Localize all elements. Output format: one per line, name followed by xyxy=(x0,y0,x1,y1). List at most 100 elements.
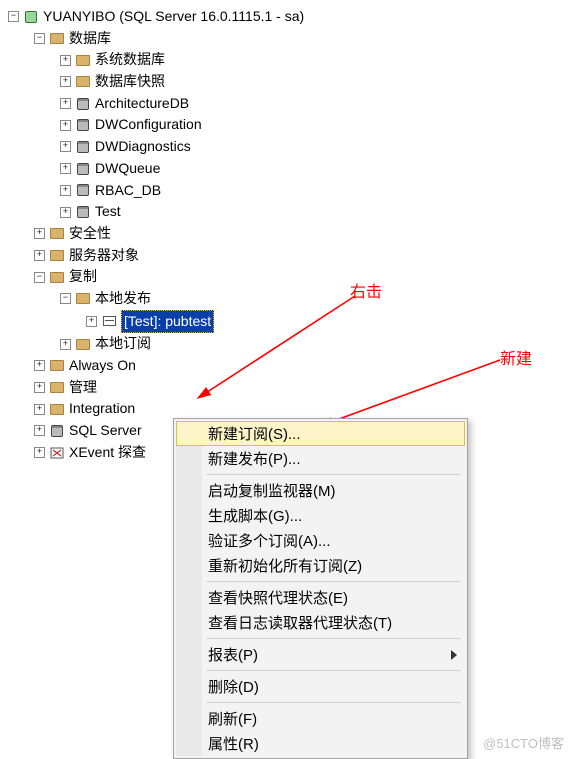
expand-icon[interactable]: + xyxy=(60,76,71,87)
collapse-icon[interactable]: − xyxy=(34,33,45,44)
snapshot-node[interactable]: + 数据库快照 xyxy=(4,71,566,93)
sql-server-label: SQL Server xyxy=(69,420,142,442)
menu-label: 启动复制监视器(M) xyxy=(208,483,336,500)
expand-icon[interactable]: + xyxy=(60,207,71,218)
folder-icon xyxy=(75,337,91,351)
db-node[interactable]: + DWDiagnostics xyxy=(4,136,566,158)
db-label: DWDiagnostics xyxy=(95,136,191,158)
menu-properties[interactable]: 属性(R) xyxy=(176,731,465,756)
expand-icon[interactable]: + xyxy=(60,55,71,66)
expand-icon[interactable]: + xyxy=(60,141,71,152)
xevent-label: XEvent 探查 xyxy=(69,442,146,464)
object-explorer-tree[interactable]: − YUANYIBO (SQL Server 16.0.1115.1 - sa)… xyxy=(0,0,570,467)
database-icon xyxy=(75,205,91,219)
xevent-icon xyxy=(49,446,65,460)
database-icon xyxy=(75,118,91,132)
menu-new-subscription[interactable]: 新建订阅(S)... xyxy=(176,421,465,446)
management-label: 管理 xyxy=(69,377,97,399)
menu-label: 报表(P) xyxy=(208,647,258,664)
expand-icon[interactable]: + xyxy=(34,447,45,458)
db-node[interactable]: + DWConfiguration xyxy=(4,114,566,136)
menu-launch-monitor[interactable]: 启动复制监视器(M) xyxy=(176,478,465,503)
server-label: YUANYIBO (SQL Server 16.0.1115.1 - sa) xyxy=(43,6,304,28)
server-node[interactable]: − YUANYIBO (SQL Server 16.0.1115.1 - sa) xyxy=(4,6,566,28)
folder-icon xyxy=(49,359,65,373)
db-node[interactable]: + RBAC_DB xyxy=(4,180,566,202)
context-menu: 新建订阅(S)... 新建发布(P)... 启动复制监视器(M) 生成脚本(G)… xyxy=(173,418,468,759)
expand-icon[interactable]: + xyxy=(60,120,71,131)
expand-icon[interactable]: + xyxy=(34,404,45,415)
menu-view-logreader-status[interactable]: 查看日志读取器代理状态(T) xyxy=(176,610,465,635)
menu-new-publication[interactable]: 新建发布(P)... xyxy=(176,446,465,471)
security-node[interactable]: + 安全性 xyxy=(4,223,566,245)
menu-reports[interactable]: 报表(P) xyxy=(176,642,465,667)
database-icon xyxy=(49,424,65,438)
menu-label: 查看快照代理状态(E) xyxy=(208,590,348,607)
server-icon xyxy=(23,10,39,24)
database-icon xyxy=(75,183,91,197)
expand-icon[interactable]: + xyxy=(34,228,45,239)
database-icon xyxy=(75,162,91,176)
folder-icon xyxy=(49,248,65,262)
integration-node[interactable]: + Integration xyxy=(4,398,566,420)
folder-icon xyxy=(49,381,65,395)
menu-separator xyxy=(206,581,461,582)
folder-icon xyxy=(75,53,91,67)
watermark: @51CTO博客 xyxy=(483,733,564,752)
folder-icon xyxy=(49,227,65,241)
menu-generate-scripts[interactable]: 生成脚本(G)... xyxy=(176,503,465,528)
expand-icon[interactable]: + xyxy=(60,98,71,109)
menu-label: 新建订阅(S)... xyxy=(208,426,301,443)
collapse-icon[interactable]: − xyxy=(8,11,19,22)
snapshot-label: 数据库快照 xyxy=(95,71,165,93)
system-databases-node[interactable]: + 系统数据库 xyxy=(4,49,566,71)
db-label: DWConfiguration xyxy=(95,114,202,136)
server-objects-node[interactable]: + 服务器对象 xyxy=(4,245,566,267)
always-on-label: Always On xyxy=(69,355,136,377)
menu-view-snapshot-status[interactable]: 查看快照代理状态(E) xyxy=(176,585,465,610)
folder-icon xyxy=(75,292,91,306)
menu-validate-subs[interactable]: 验证多个订阅(A)... xyxy=(176,528,465,553)
db-node[interactable]: + DWQueue xyxy=(4,158,566,180)
expand-icon[interactable]: + xyxy=(34,250,45,261)
local-subscriptions-node[interactable]: + 本地订阅 xyxy=(4,333,566,355)
menu-refresh[interactable]: 刷新(F) xyxy=(176,706,465,731)
expand-icon[interactable]: + xyxy=(34,382,45,393)
folder-icon xyxy=(49,402,65,416)
db-label: Test xyxy=(95,201,121,223)
always-on-node[interactable]: + Always On xyxy=(4,355,566,377)
menu-separator xyxy=(206,474,461,475)
expand-icon[interactable]: + xyxy=(60,185,71,196)
integration-label: Integration xyxy=(69,398,135,420)
collapse-icon[interactable]: − xyxy=(34,272,45,283)
menu-separator xyxy=(206,670,461,671)
publication-icon xyxy=(101,314,117,328)
collapse-icon[interactable]: − xyxy=(60,293,71,304)
expand-icon[interactable]: + xyxy=(34,425,45,436)
expand-icon[interactable]: + xyxy=(60,163,71,174)
menu-label: 删除(D) xyxy=(208,679,259,696)
local-publications-node[interactable]: − 本地发布 xyxy=(4,288,566,310)
expand-icon[interactable]: + xyxy=(60,339,71,350)
databases-label: 数据库 xyxy=(69,28,111,50)
submenu-arrow-icon xyxy=(451,650,457,660)
menu-delete[interactable]: 删除(D) xyxy=(176,674,465,699)
expand-icon[interactable]: + xyxy=(34,360,45,371)
replication-label: 复制 xyxy=(69,266,97,288)
replication-node[interactable]: − 复制 xyxy=(4,266,566,288)
server-objects-label: 服务器对象 xyxy=(69,245,139,267)
management-node[interactable]: + 管理 xyxy=(4,377,566,399)
menu-label: 查看日志读取器代理状态(T) xyxy=(208,615,392,632)
db-node[interactable]: + ArchitectureDB xyxy=(4,93,566,115)
system-db-label: 系统数据库 xyxy=(95,49,165,71)
publication-node[interactable]: + [Test]: pubtest xyxy=(4,310,566,334)
folder-icon xyxy=(75,75,91,89)
expand-icon[interactable]: + xyxy=(86,316,97,327)
security-label: 安全性 xyxy=(69,223,111,245)
databases-node[interactable]: − 数据库 xyxy=(4,28,566,50)
menu-separator xyxy=(206,638,461,639)
db-label: DWQueue xyxy=(95,158,160,180)
database-icon xyxy=(75,97,91,111)
menu-reinit-all[interactable]: 重新初始化所有订阅(Z) xyxy=(176,553,465,578)
db-node[interactable]: + Test xyxy=(4,201,566,223)
